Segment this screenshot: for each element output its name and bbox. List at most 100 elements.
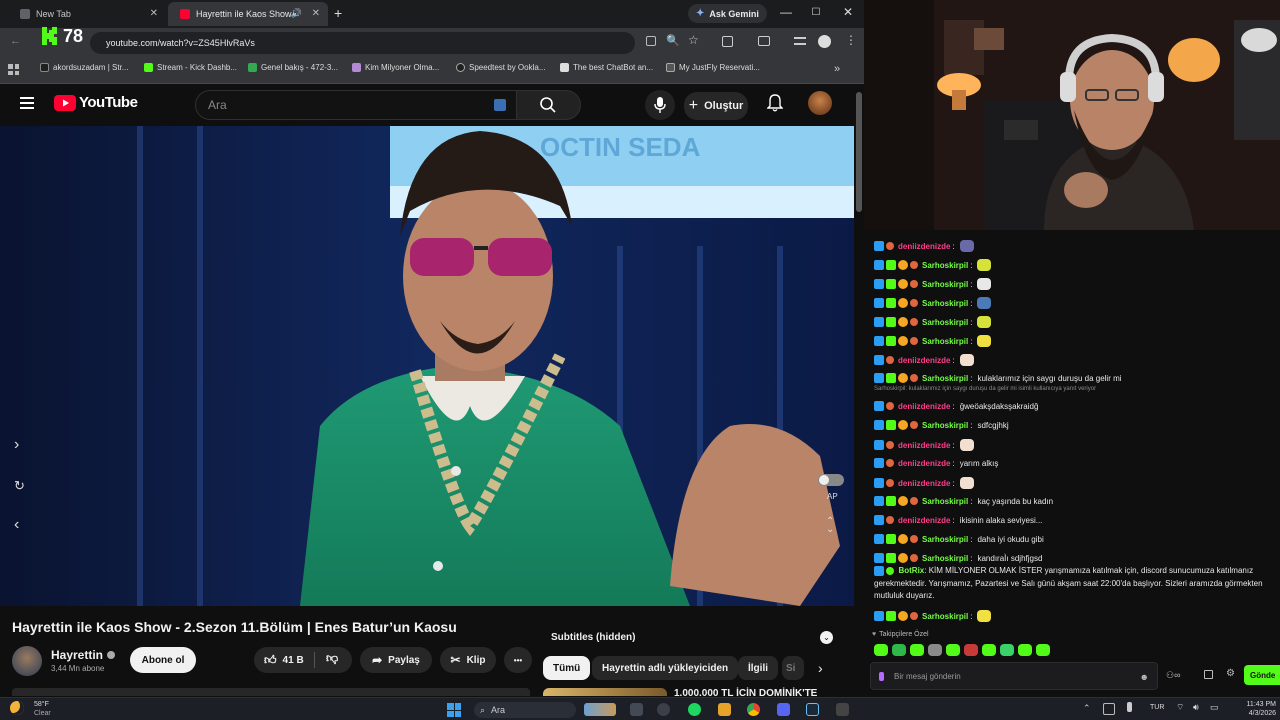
- tab-youtube[interactable]: Hayrettin ile Kaos Show - 2. 🔊 ✕: [168, 2, 328, 26]
- emote-icon[interactable]: [892, 644, 906, 656]
- zoom-icon[interactable]: 🔍: [666, 34, 680, 47]
- bookmark-item[interactable]: The best ChatBot an...: [560, 63, 653, 72]
- bot-username[interactable]: BotRix: [898, 566, 924, 575]
- clip-button[interactable]: ✂ Klip: [440, 647, 496, 673]
- tab-search-icon[interactable]: [794, 37, 806, 45]
- volume-icon[interactable]: 🔊︎: [1193, 702, 1199, 713]
- bookmark-item[interactable]: Speedtest by Ookla...: [456, 63, 546, 72]
- tray-app-icon[interactable]: [1103, 703, 1115, 715]
- new-tab-button[interactable]: +: [334, 5, 342, 21]
- autoplay-toggle[interactable]: [818, 474, 844, 486]
- share-button[interactable]: ➦ Paylaş: [360, 647, 432, 673]
- chat-username[interactable]: Sarhoskirpil: [922, 612, 968, 621]
- window-close-icon[interactable]: ✕: [840, 5, 856, 19]
- battery-icon[interactable]: ▭: [1210, 702, 1219, 713]
- chat-users-icon[interactable]: ⚇∞: [1166, 670, 1180, 681]
- emote-icon[interactable]: [982, 644, 996, 656]
- chat-username[interactable]: deniizdenizde: [898, 441, 950, 450]
- subscribe-button[interactable]: Abone ol: [130, 647, 196, 673]
- url-bar[interactable]: youtube.com/watch?v=ZS45HlvRaVs: [90, 32, 635, 54]
- chat-username[interactable]: Sarhoskirpil: [922, 318, 968, 327]
- next-video-title[interactable]: 1.000.000 TL İÇİN DOMİNİK'TE: [674, 688, 817, 696]
- bookmark-item[interactable]: Genel bakış - 472-3...: [248, 63, 338, 72]
- chat-username[interactable]: deniizdenizde: [898, 516, 950, 525]
- emote-icon[interactable]: [928, 644, 942, 656]
- ask-gemini-button[interactable]: ✦ Ask Gemini: [688, 4, 767, 23]
- emote-icon[interactable]: [910, 644, 924, 656]
- more-actions-button[interactable]: •••: [504, 647, 532, 673]
- chat-username[interactable]: deniizdenizde: [898, 459, 950, 468]
- chrome-icon[interactable]: [747, 703, 760, 716]
- description-box[interactable]: [12, 688, 530, 696]
- next-video-thumbnail[interactable]: [543, 688, 667, 696]
- bookmark-item[interactable]: Stream - Kick Dashb...: [144, 63, 237, 72]
- like-icon[interactable]: 👍︎: [264, 653, 277, 668]
- chat-username[interactable]: deniizdenizde: [898, 242, 950, 251]
- page-scrollbar[interactable]: [856, 92, 862, 212]
- dislike-icon[interactable]: 👎︎: [326, 651, 338, 666]
- close-icon[interactable]: ✕: [312, 8, 320, 19]
- notifications-icon[interactable]: [767, 94, 783, 112]
- chip-from-uploader[interactable]: Hayrettin adlı yükleyiciden: [592, 656, 739, 680]
- chat-username[interactable]: deniizdenizde: [898, 402, 950, 411]
- emote-icon[interactable]: [964, 644, 978, 656]
- minimize-icon[interactable]: —: [778, 5, 794, 19]
- bookmark-item[interactable]: My JustFly Reservati...: [666, 63, 760, 72]
- chat-input[interactable]: Bir mesaj gönderin ☻: [870, 662, 1158, 690]
- chips-next-icon[interactable]: ›: [818, 660, 823, 676]
- chat-username[interactable]: deniizdenizde: [898, 356, 950, 365]
- chip-all[interactable]: Tümü: [543, 656, 591, 680]
- bookmarks-overflow-icon[interactable]: »: [834, 63, 840, 75]
- translate-icon[interactable]: [494, 99, 506, 111]
- channel-name[interactable]: Hayrettin: [51, 648, 116, 662]
- windows-start-icon[interactable]: [447, 703, 461, 717]
- emote-icon[interactable]: [1018, 644, 1032, 656]
- chat-username[interactable]: Sarhoskirpil: [922, 374, 968, 383]
- task-view-icon[interactable]: [630, 703, 643, 716]
- language-indicator[interactable]: TUR: [1150, 704, 1164, 711]
- emote-icon[interactable]: [1000, 644, 1014, 656]
- chat-username[interactable]: Sarhoskirpil: [922, 261, 968, 270]
- chat-username[interactable]: Sarhoskirpil: [922, 535, 968, 544]
- file-explorer-icon[interactable]: [718, 703, 731, 716]
- steam-icon[interactable]: [806, 703, 819, 716]
- maximize-icon[interactable]: ☐: [808, 7, 824, 18]
- chat-username[interactable]: Sarhoskirpil: [922, 337, 968, 346]
- chat-username[interactable]: Sarhoskirpil: [922, 421, 968, 430]
- voice-search-button[interactable]: [645, 90, 675, 120]
- taskbar-search[interactable]: ⌕ Ara: [474, 702, 576, 718]
- back-icon[interactable]: ←: [10, 35, 21, 47]
- chat-settings-icon[interactable]: ⚙: [1226, 668, 1235, 679]
- extensions-icon[interactable]: [722, 36, 733, 47]
- account-avatar[interactable]: [808, 91, 832, 115]
- replay-icon[interactable]: ↻: [14, 478, 25, 494]
- profile-avatar-icon[interactable]: [818, 35, 831, 48]
- tray-mic-icon[interactable]: [1127, 702, 1132, 712]
- chip-more[interactable]: Si: [782, 656, 804, 680]
- chat-username[interactable]: deniizdenizde: [898, 479, 950, 488]
- app-icon[interactable]: [836, 703, 849, 716]
- bookmark-item[interactable]: akordsuzadam | Str...: [40, 63, 128, 72]
- youtube-logo[interactable]: YouTube: [54, 94, 138, 111]
- chat-username[interactable]: Sarhoskirpil: [922, 554, 968, 563]
- next-chevron-icon[interactable]: ›: [14, 436, 19, 454]
- clock[interactable]: 11:43 PM 4/3/2026: [1230, 700, 1276, 718]
- speaker-icon[interactable]: 🔊: [291, 8, 302, 19]
- chat-username[interactable]: Sarhoskirpil: [922, 497, 968, 506]
- bookmark-star-icon[interactable]: ☆: [688, 33, 699, 47]
- video-player[interactable]: OCTIN SEDA › ↻ ‹ AP ⌃ ⌄: [0, 126, 854, 606]
- emote-icon[interactable]: [874, 644, 888, 656]
- spotify-icon[interactable]: [688, 703, 701, 716]
- sidepanel-icon[interactable]: [758, 36, 770, 46]
- previous-chevron-icon[interactable]: ‹: [14, 516, 19, 534]
- github-icon[interactable]: [657, 703, 670, 716]
- chip-related[interactable]: İlgili: [738, 656, 778, 680]
- emote-icon[interactable]: [946, 644, 960, 656]
- hamburger-menu-icon[interactable]: [20, 97, 34, 109]
- tray-overflow-icon[interactable]: ⌃: [1083, 703, 1091, 714]
- widgets-icon[interactable]: [584, 703, 616, 716]
- chat-username[interactable]: Sarhoskirpil: [922, 299, 968, 308]
- discord-icon[interactable]: [777, 703, 790, 716]
- browser-menu-icon[interactable]: ⋮: [845, 33, 857, 47]
- search-input[interactable]: Ara: [195, 90, 517, 120]
